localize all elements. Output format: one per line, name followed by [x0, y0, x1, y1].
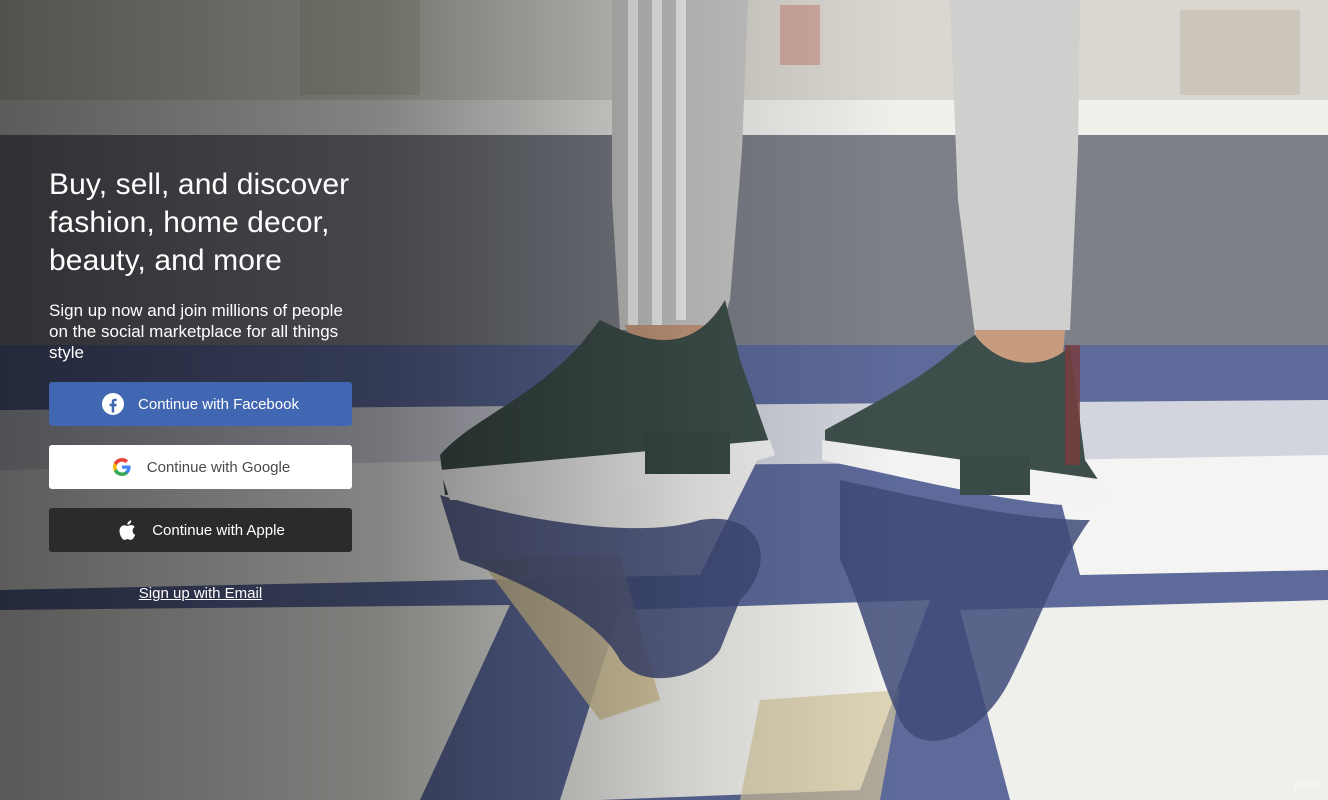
facebook-icon [102, 393, 125, 415]
continue-with-google-button[interactable]: Continue with Google [49, 445, 352, 489]
apple-button-label: Continue with Apple [152, 521, 285, 539]
facebook-button-label: Continue with Facebook [138, 395, 299, 413]
apple-icon [116, 519, 138, 541]
sign-up-with-email-link[interactable]: Sign up with Email [49, 585, 352, 602]
photo-credit: photo [1294, 778, 1322, 790]
headline: Buy, sell, and discover fashion, home de… [49, 168, 350, 277]
subheadline: Sign up now and join millions of people … [49, 301, 343, 362]
signup-panel: Buy, sell, and discover fashion, home de… [49, 166, 359, 602]
google-button-label: Continue with Google [146, 458, 291, 476]
continue-with-facebook-button[interactable]: Continue with Facebook [49, 382, 352, 426]
google-icon [111, 456, 133, 478]
continue-with-apple-button[interactable]: Continue with Apple [49, 508, 352, 552]
